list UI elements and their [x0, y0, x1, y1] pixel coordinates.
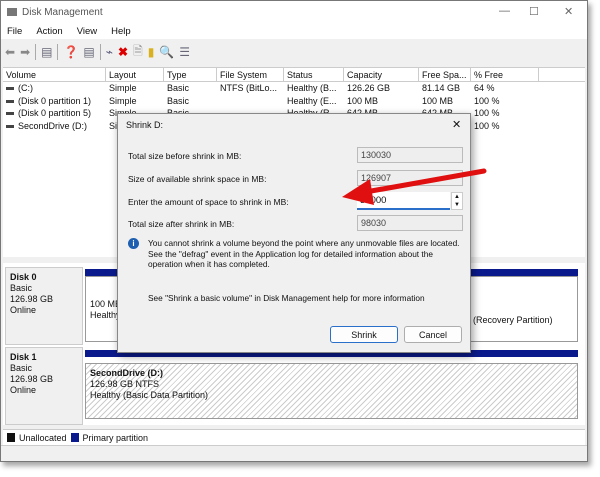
recovery-partition-label: (Recovery Partition) [473, 315, 553, 325]
dialog-title: Shrink D: [126, 120, 164, 130]
table-cell: 100 MB [422, 95, 454, 106]
disk-name: Disk 1 [10, 352, 37, 362]
disk-name: Disk 0 [10, 272, 37, 282]
table-cell: SecondDrive (D:) [3, 120, 106, 133]
disk-size: 126.98 GB [10, 294, 54, 304]
info-text: You cannot shrink a volume beyond the po… [148, 238, 460, 269]
table-cell: 100 % [474, 108, 500, 118]
menu-file[interactable]: File [7, 26, 22, 37]
table-cell: (Disk 0 partition 5) [3, 107, 106, 120]
cancel-button[interactable]: Cancel [404, 326, 462, 343]
list-header: Volume Layout Type File System Status Ca… [3, 68, 585, 82]
red-arrow-annotation [342, 168, 487, 205]
table-cell: Basic [167, 83, 190, 93]
connect-icon[interactable]: ⌁ [106, 45, 113, 59]
table-cell: 100 % [474, 95, 500, 106]
before-label: Total size before shrink in MB: [128, 151, 242, 161]
table-cell: 64 % [474, 83, 495, 93]
legend-primary: Primary partition [82, 432, 149, 443]
table-cell: Simple [109, 83, 137, 93]
primary-swatch [70, 433, 79, 442]
partition-size: 126.98 GB NTFS [90, 379, 160, 389]
title-bar: Disk Management — ☐ ✕ [1, 1, 587, 23]
menu-view[interactable]: View [77, 26, 97, 37]
maximize-button[interactable]: ☐ [529, 5, 539, 18]
table-cell: Healthy (B... [287, 83, 337, 93]
disk-1-label[interactable]: Disk 1 Basic 126.98 GB Online [5, 347, 83, 425]
second-drive-partition[interactable]: SecondDrive (D:) 126.98 GB NTFS Healthy … [85, 363, 578, 419]
partition-status: Healthy [90, 310, 121, 320]
amount-label: Enter the amount of space to shrink in M… [128, 197, 289, 207]
unallocated-swatch [7, 433, 15, 442]
col-capacity[interactable]: Capacity [344, 68, 419, 81]
volume-icon [6, 99, 14, 103]
search-icon[interactable]: 🔍 [159, 45, 174, 59]
menu-action[interactable]: Action [36, 26, 62, 37]
disk-state: Online [10, 385, 37, 395]
info-icon: i [128, 238, 139, 249]
help-icon[interactable]: ❓ [63, 45, 78, 59]
status-bar [1, 445, 587, 462]
shrink-button[interactable]: Shrink [330, 326, 398, 343]
menu-help[interactable]: Help [111, 26, 131, 37]
table-cell: 81.14 GB [422, 83, 461, 93]
table-row[interactable]: (Disk 0 partition 1) Simple Basic Healthy (… [3, 95, 585, 108]
dialog-close-button[interactable]: ✕ [452, 118, 461, 131]
forward-icon[interactable]: ➡ [20, 45, 30, 59]
table-cell: 100 MB [347, 95, 379, 106]
disk-1-partitions: SecondDrive (D:) 126.98 GB NTFS Healthy … [85, 350, 578, 419]
menu-bar: File Action View Help [1, 23, 587, 39]
volume-icon [6, 112, 14, 116]
properties-icon[interactable]: 🗎 [133, 42, 143, 63]
after-label: Total size after shrink in MB: [128, 219, 235, 229]
disk-size: 126.98 GB [10, 374, 54, 384]
col-volume[interactable]: Volume [3, 68, 106, 81]
toolbar: ⬅ ➡ ▤ ❓ ▤ ⌁ ✖ 🗎 ▮ 🔍 ☰ [1, 40, 587, 64]
help-text: See "Shrink a basic volume" in Disk Mana… [148, 293, 425, 303]
app-icon [7, 8, 17, 16]
partition-status: Healthy (Basic Data Partition) [90, 390, 209, 400]
separator [35, 44, 37, 60]
col-status[interactable]: Status [284, 68, 344, 81]
col-filesystem[interactable]: File System [217, 68, 284, 81]
close-button[interactable]: ✕ [564, 5, 573, 18]
separator [99, 44, 101, 60]
disk-type: Basic [10, 283, 33, 293]
col-layout[interactable]: Layout [106, 68, 164, 81]
shrink-dialog: Shrink D: ✕ Total size before shrink in … [117, 113, 471, 353]
before-value: 130030 [357, 147, 463, 163]
delete-icon[interactable]: ✖ [118, 45, 128, 59]
after-value: 98030 [357, 215, 463, 231]
disk-state: Online [10, 305, 37, 315]
table-cell: Simple [109, 95, 137, 106]
back-icon[interactable]: ⬅ [5, 45, 15, 59]
table-cell: Basic [167, 95, 190, 106]
volume-icon [6, 87, 14, 91]
list-icon[interactable]: ☰ [179, 45, 190, 59]
table-cell: 126.26 GB [347, 83, 391, 93]
export-icon[interactable]: ▮ [148, 45, 155, 59]
table-cell [217, 95, 284, 108]
table-cell: (Disk 0 partition 1) [3, 95, 106, 108]
window-title: Disk Management [22, 6, 103, 18]
legend: Unallocated Primary partition [3, 429, 585, 445]
col-percent-free[interactable]: % Free [471, 68, 539, 81]
col-type[interactable]: Type [164, 68, 217, 81]
console-tree-icon[interactable]: ▤ [41, 45, 52, 59]
separator [57, 44, 59, 60]
action-pane-icon[interactable]: ▤ [83, 45, 94, 59]
disk-0-label[interactable]: Disk 0 Basic 126.98 GB Online [5, 267, 83, 345]
table-row[interactable]: (C:) Simple Basic NTFS (BitLo... Healthy (B.… [3, 82, 585, 95]
table-cell: (C:) [3, 82, 106, 95]
partition-name: SecondDrive (D:) [90, 368, 164, 378]
table-cell: NTFS (BitLo... [220, 83, 278, 93]
table-cell: Healthy (E... [287, 95, 337, 106]
volume-icon [6, 124, 14, 128]
disk-type: Basic [10, 363, 33, 373]
legend-unallocated: Unallocated [19, 432, 67, 443]
col-free-space[interactable]: Free Spa... [419, 68, 471, 81]
available-label: Size of available shrink space in MB: [128, 174, 267, 184]
minimize-button[interactable]: — [499, 5, 510, 17]
table-cell: 100 % [474, 120, 500, 131]
